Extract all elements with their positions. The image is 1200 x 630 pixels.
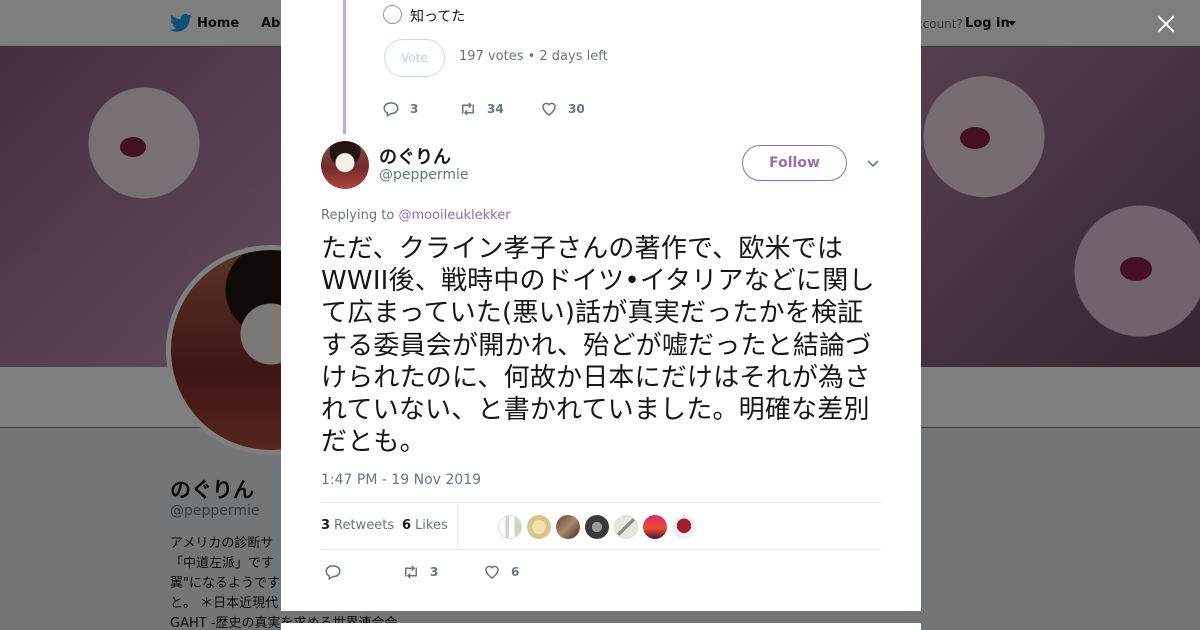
next-tweet-edge <box>281 623 921 630</box>
tweet-timestamp[interactable]: 1:47 PM - 19 Nov 2019 <box>321 472 481 488</box>
reply-count: 3 <box>410 102 419 116</box>
retweet-count: 3 <box>430 565 439 579</box>
reply-icon <box>383 102 399 118</box>
stats-divider <box>457 503 458 549</box>
heart-icon <box>485 565 499 579</box>
heart-icon <box>542 102 556 116</box>
likes-stat-label: Likes <box>415 518 448 533</box>
follow-button[interactable]: Follow <box>742 145 847 181</box>
author-name[interactable]: のぐりん <box>379 143 451 169</box>
retweet-count: 34 <box>487 102 504 116</box>
author-avatar[interactable] <box>321 141 369 189</box>
likes-stat-count: 6 <box>402 518 412 533</box>
parent-retweet-action[interactable]: 34 <box>459 100 504 118</box>
liker-avatar[interactable] <box>527 515 551 539</box>
liker-avatars <box>498 515 701 539</box>
retweet-icon <box>405 565 417 579</box>
vote-button[interactable]: Vote <box>384 39 445 77</box>
replying-to-link[interactable]: @mooileuklekker <box>398 208 510 223</box>
thread-connector <box>343 0 346 134</box>
like-count: 30 <box>568 102 585 116</box>
liker-avatar[interactable] <box>585 515 609 539</box>
tweet-stats: 3 Retweets 6 Likes <box>321 502 881 550</box>
close-icon[interactable] <box>1154 12 1178 36</box>
tweet-modal: 知ってた Vote 197 votes • 2 days left 3 34 3… <box>281 0 921 611</box>
poll-meta: 197 votes • 2 days left <box>459 49 608 64</box>
like-count: 6 <box>511 565 520 579</box>
poll-option-label[interactable]: 知ってた <box>410 6 465 26</box>
tweet-text: ただ、クライン孝子さんの著作で、欧米ではWWII後、戦時中のドイツ•イタリアなど… <box>321 234 875 458</box>
liker-avatar[interactable] <box>643 515 667 539</box>
chevron-down-icon[interactable] <box>866 156 880 170</box>
liker-avatar[interactable] <box>498 515 522 539</box>
retweet-action[interactable]: 3 <box>402 563 438 581</box>
retweets-stat-label: Retweets <box>334 518 395 533</box>
replying-to: Replying to @mooileuklekker <box>321 208 511 223</box>
retweets-stat-count: 3 <box>321 518 331 533</box>
reply-icon <box>325 565 341 581</box>
likes-stat[interactable]: 6 Likes <box>402 518 448 533</box>
poll-radio[interactable] <box>383 5 402 24</box>
parent-reply-action[interactable]: 3 <box>382 100 418 118</box>
reply-action[interactable] <box>324 563 352 581</box>
liker-avatar[interactable] <box>556 515 580 539</box>
author-handle[interactable]: @peppermie <box>379 167 469 183</box>
retweets-stat[interactable]: 3 Retweets <box>321 518 394 533</box>
liker-avatar[interactable] <box>614 515 638 539</box>
parent-like-action[interactable]: 30 <box>540 100 585 118</box>
replying-prefix: Replying to <box>321 208 395 223</box>
retweet-icon <box>462 102 474 116</box>
like-action[interactable]: 6 <box>483 563 519 581</box>
liker-avatar[interactable] <box>672 515 696 539</box>
